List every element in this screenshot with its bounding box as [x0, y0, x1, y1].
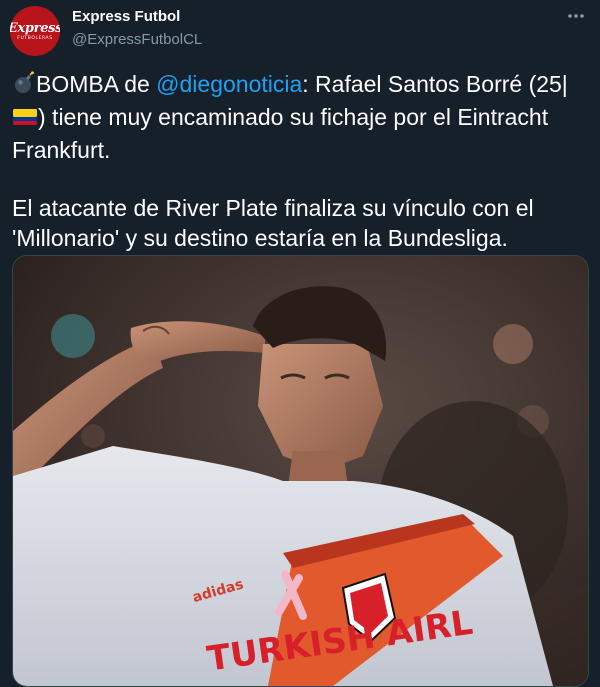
more-icon[interactable] [566, 6, 586, 26]
avatar-logo-text: Express [10, 20, 60, 36]
account-handle[interactable]: @ExpressFutbolCL [72, 31, 202, 48]
tweet-line1-suffix: : Rafael Santos Borré (25| [302, 71, 568, 97]
tweet-line2: ) tiene muy encaminado su fichaje por el… [12, 104, 549, 163]
tweet-photo[interactable]: adidas TURKISH AIRL [12, 255, 589, 687]
avatar-logo-subtext: FUTBOLERAS [17, 35, 53, 41]
tweet-paragraph-2: El atacante de River Plate finaliza su v… [12, 195, 534, 251]
tweet-paragraph-1: BOMBA de @diegonoticia: Rafael Santos Bo… [12, 69, 590, 165]
display-name[interactable]: Express Futbol [72, 8, 180, 25]
mention-link[interactable]: @diegonoticia [156, 71, 302, 97]
tweet-text: BOMBA de @diegonoticia: Rafael Santos Bo… [12, 69, 590, 253]
tweet-header: Express FUTBOLERAS Express Futbol @Expre… [0, 0, 600, 64]
avatar[interactable]: Express FUTBOLERAS [10, 6, 60, 56]
bomb-icon [12, 71, 36, 102]
colombia-flag-icon [12, 105, 38, 135]
tweet-line1-prefix: BOMBA de [36, 71, 157, 97]
